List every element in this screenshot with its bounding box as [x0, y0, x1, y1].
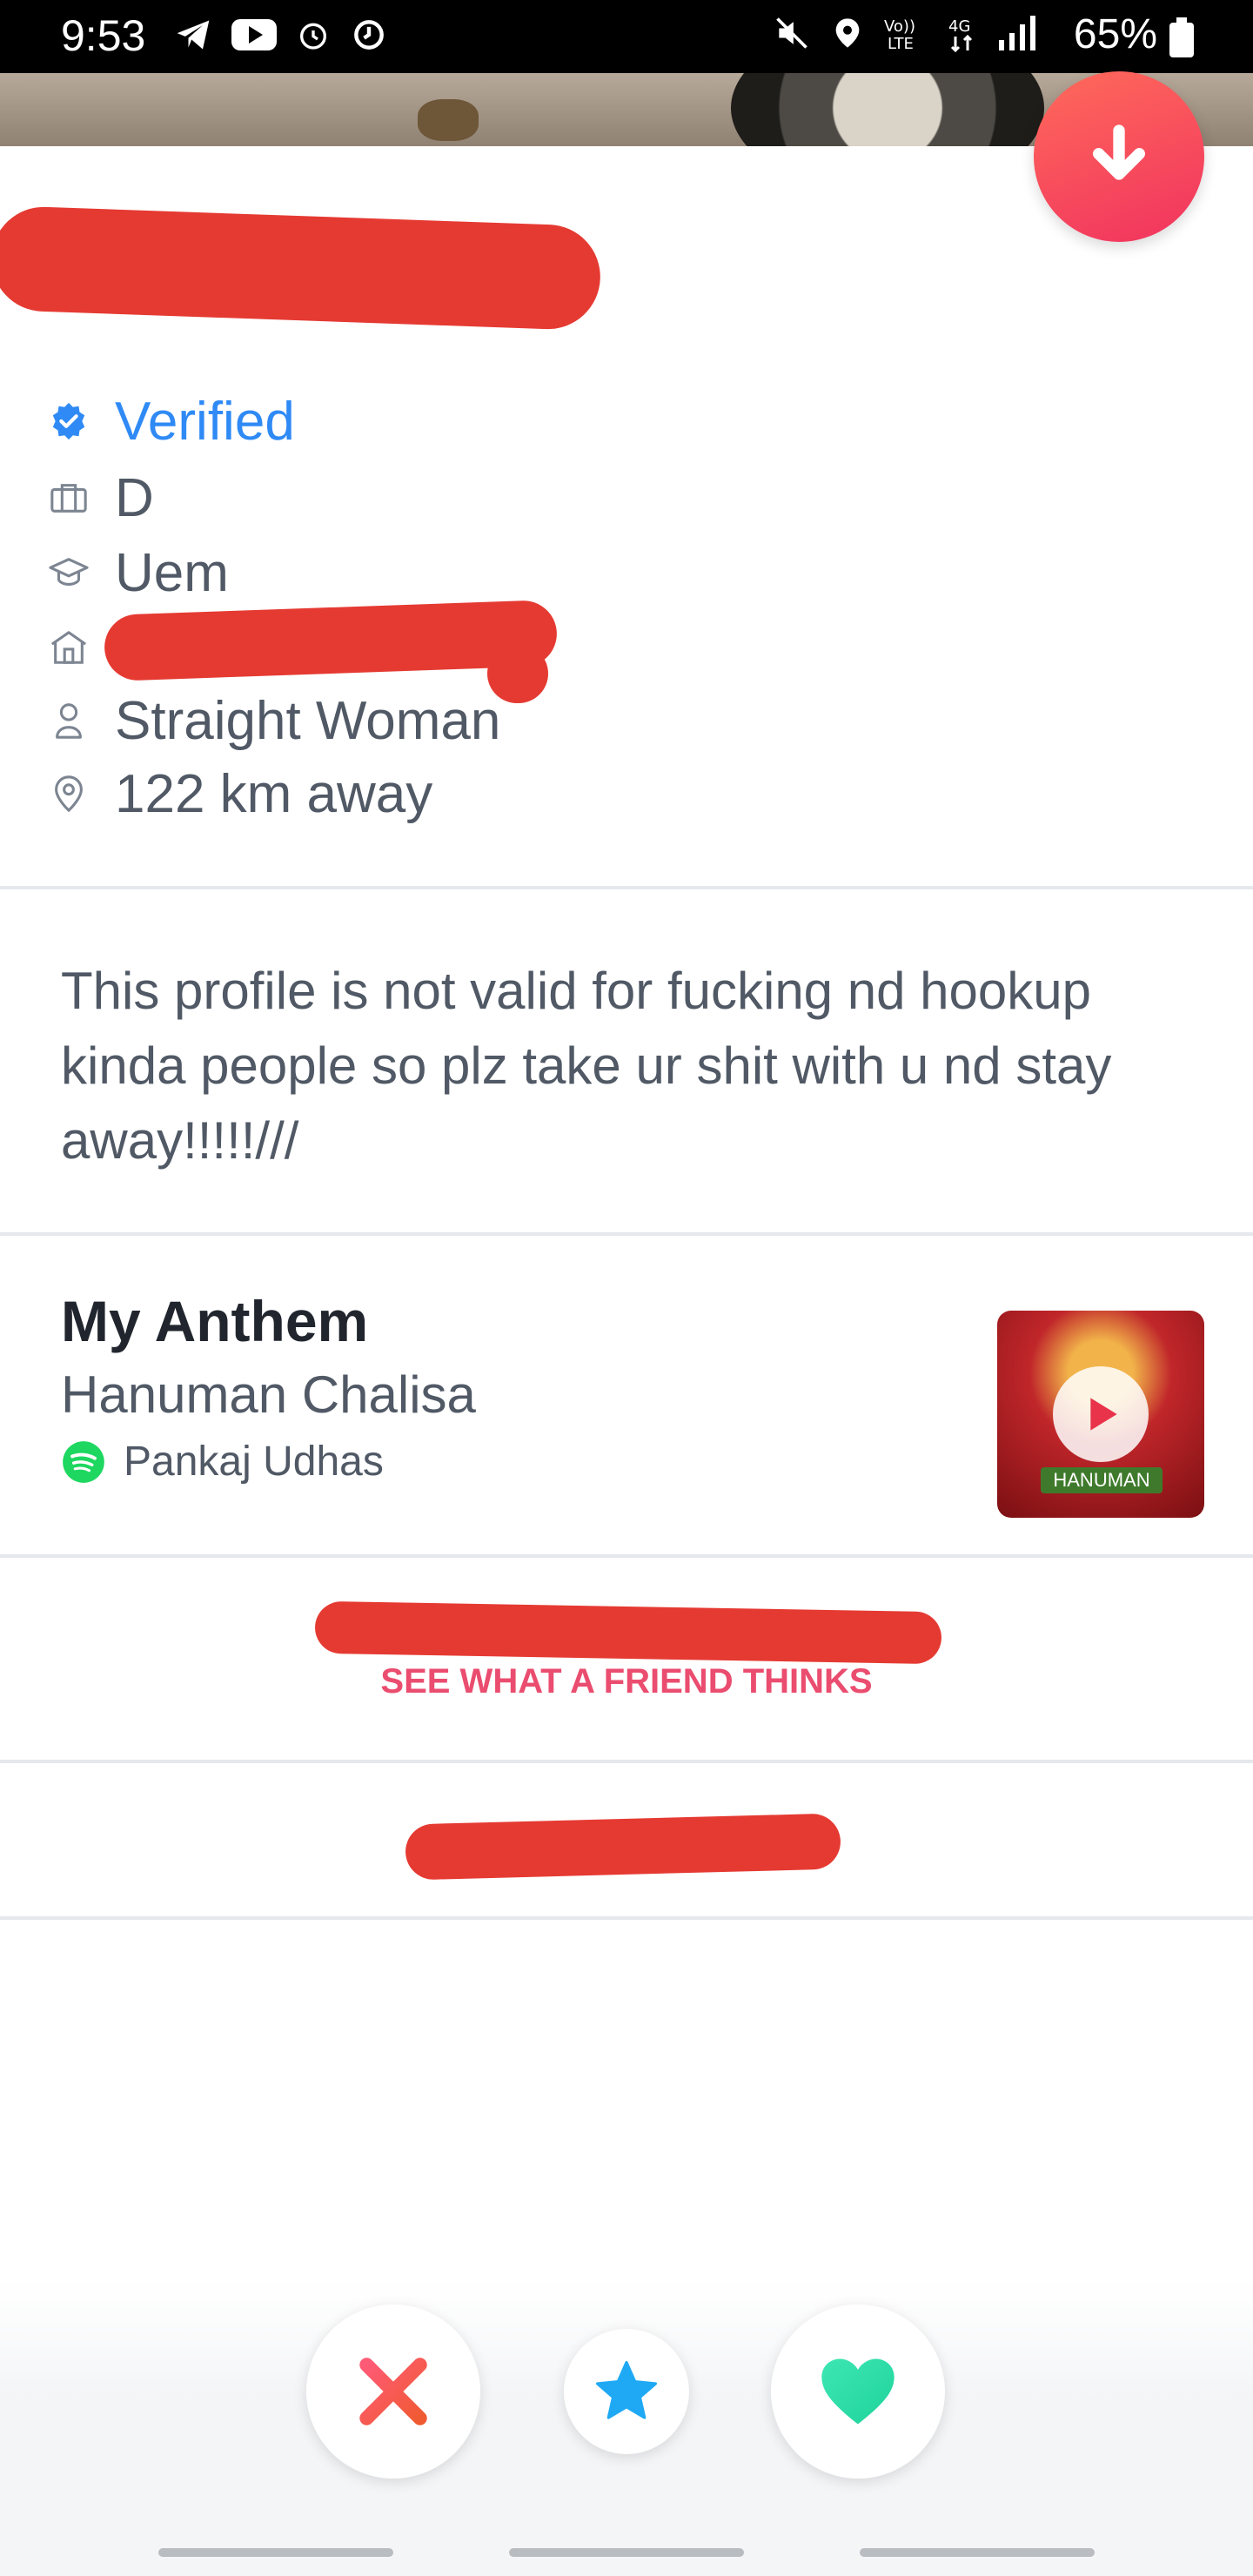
svg-text:Vo)): Vo)) [884, 17, 915, 36]
status-notification-icons [174, 16, 388, 54]
redacted-name [0, 205, 602, 332]
album-art-play-button[interactable]: HANUMAN [997, 1311, 1204, 1518]
battery-icon [1169, 17, 1194, 57]
volte-icon: Vo))LTE [884, 17, 915, 52]
location-pin-icon [49, 774, 89, 814]
star-icon [596, 2361, 657, 2419]
divider [0, 886, 1253, 889]
job-row: D [49, 463, 154, 533]
spotify-icon [63, 1440, 104, 1483]
anthem-song-title: Hanuman Chalisa [61, 1365, 476, 1424]
sync-icon [354, 20, 384, 50]
nav-pill [509, 2548, 744, 2557]
verified-label: Verified [115, 391, 295, 452]
graduation-cap-icon [49, 553, 89, 593]
status-system-icons: Vo)) LTE 4G [773, 14, 1035, 52]
anthem-artist: Pankaj Udhas [124, 1439, 384, 1485]
svg-text:4G: 4G [948, 17, 970, 36]
close-icon [359, 2358, 427, 2425]
nav-pill [860, 2548, 1095, 2557]
telegram-icon [177, 20, 210, 50]
orientation-row: Straight Woman [49, 686, 500, 755]
verified-badge-icon [49, 401, 89, 441]
anthem-artist-row: Pankaj Udhas [61, 1438, 384, 1486]
network-4g-icon: 4G [948, 17, 973, 52]
nav-pill [158, 2548, 393, 2557]
location-icon [835, 18, 860, 48]
see-what-friend-thinks-link[interactable]: SEE WHAT A FRIEND THINKS [0, 1662, 1253, 1701]
anthem-heading: My Anthem [61, 1289, 369, 1353]
home-icon [49, 627, 89, 667]
svg-text:LTE: LTE [888, 35, 914, 52]
divider [0, 1554, 1253, 1558]
signal-icon [999, 16, 1035, 50]
super-like-button[interactable] [564, 2329, 689, 2454]
distance-text: 122 km away [115, 763, 433, 824]
arrow-down-icon [1093, 124, 1145, 180]
battery-percent: 65% [1073, 11, 1157, 57]
bio-text: This profile is not valid for fucking nd… [61, 962, 1112, 1170]
verified-row: Verified [49, 386, 295, 456]
youtube-icon [231, 19, 277, 50]
briefcase-icon [49, 478, 89, 518]
collapse-profile-button[interactable] [1034, 71, 1204, 242]
person-icon [49, 701, 89, 741]
distance-row: 122 km away [49, 759, 432, 828]
divider [0, 1916, 1253, 1920]
status-bar: 9:53 Vo)) LTE 4G 65% [0, 0, 1253, 73]
heart-icon [821, 2358, 895, 2425]
status-time: 9:53 [61, 11, 146, 60]
divider [0, 1760, 1253, 1763]
alarm-icon [300, 23, 326, 50]
redacted-report-link[interactable] [405, 1813, 841, 1881]
mute-icon [776, 17, 807, 49]
school-text: Uem [115, 542, 229, 603]
like-button[interactable] [771, 2304, 945, 2479]
school-row: Uem [49, 538, 229, 607]
nope-button[interactable] [306, 2304, 480, 2479]
divider [0, 1232, 1253, 1236]
orientation-text: Straight Woman [115, 690, 501, 751]
job-text: D [115, 467, 154, 528]
play-icon [1053, 1366, 1149, 1462]
album-title: HANUMAN [1041, 1467, 1163, 1493]
redacted-share-profile-link[interactable] [314, 1600, 942, 1665]
